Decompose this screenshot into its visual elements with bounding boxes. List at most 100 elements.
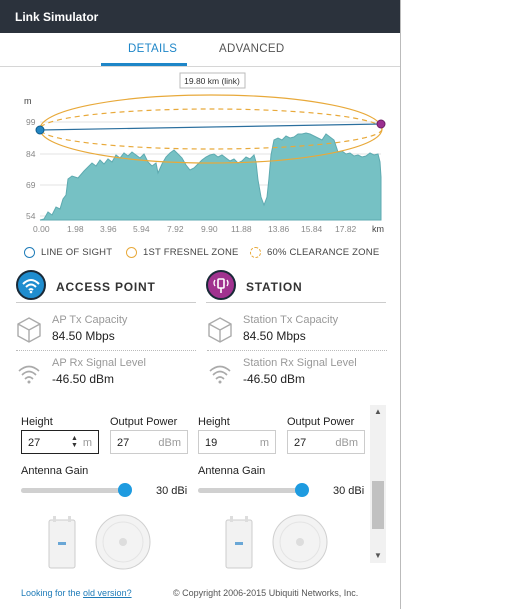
legend-line-of-sight: LINE OF SIGHT bbox=[24, 247, 112, 258]
dish-antenna-image bbox=[95, 514, 151, 570]
signal-icon bbox=[18, 365, 40, 384]
dish-antenna-image bbox=[272, 514, 328, 570]
x-tick: 15.84 bbox=[301, 224, 323, 234]
ap-height-input[interactable]: 27 ▲ ▼ m bbox=[21, 430, 99, 454]
old-version-link[interactable]: Looking for the old version? bbox=[21, 588, 132, 598]
y-tick: 99 bbox=[26, 117, 36, 127]
line-of-sight-path bbox=[39, 123, 382, 131]
station-gain-slider[interactable] bbox=[198, 483, 309, 497]
scroll-up-icon[interactable]: ▲ bbox=[370, 405, 386, 419]
station-header: STATION bbox=[206, 270, 386, 304]
divider bbox=[16, 302, 196, 303]
station-power-input[interactable]: 27 dBm bbox=[287, 430, 365, 454]
ap-rx-signal: AP Rx Signal Level -46.50 dBm bbox=[16, 357, 196, 391]
x-tick: 11.88 bbox=[231, 224, 252, 234]
station-device-images bbox=[225, 514, 328, 570]
station-title: STATION bbox=[246, 280, 303, 294]
station-gain-value: 30 dBi bbox=[333, 485, 365, 497]
x-tick: 9.90 bbox=[201, 224, 218, 234]
scrollbar[interactable]: ▲ ▼ bbox=[370, 405, 386, 563]
x-tick: 5.94 bbox=[133, 224, 150, 234]
y-tick: 84 bbox=[26, 149, 36, 159]
divider bbox=[207, 350, 387, 351]
legend-label: 1ST FRESNEL ZONE bbox=[143, 247, 239, 258]
y-axis-unit: m bbox=[24, 96, 32, 106]
footer-link-text[interactable]: old version? bbox=[83, 588, 132, 598]
footer-link-prefix: Looking for the bbox=[21, 588, 84, 598]
x-tick: 1.98 bbox=[67, 224, 84, 234]
ap-endpoint-marker bbox=[35, 125, 45, 135]
window-title: Link Simulator bbox=[0, 0, 400, 33]
access-point-header: ACCESS POINT bbox=[16, 270, 196, 304]
elevation-profile-chart: 19.80 km (link) m 99 84 69 54 0.00 1.98 … bbox=[24, 72, 386, 234]
radio-unit-image bbox=[225, 516, 253, 569]
link-distance-label: 19.80 km (link) bbox=[184, 76, 240, 86]
radio-unit-image bbox=[48, 516, 76, 569]
scroll-down-icon[interactable]: ▼ bbox=[370, 549, 386, 563]
line-of-sight-legend-icon bbox=[24, 247, 35, 258]
cube-icon bbox=[17, 317, 41, 343]
copyright-text: © Copyright 2006-2015 Ubiquiti Networks,… bbox=[173, 588, 359, 598]
x-axis-unit: km bbox=[372, 224, 384, 234]
divider bbox=[206, 302, 386, 303]
ap-power-input[interactable]: 27 dBm bbox=[110, 430, 188, 454]
ap-tx-capacity: AP Tx Capacity 84.50 Mbps bbox=[16, 314, 196, 348]
clearance-legend-icon bbox=[250, 247, 261, 258]
antenna-tower-icon bbox=[206, 270, 236, 300]
station-rx-label: Station Rx Signal Level bbox=[243, 357, 357, 369]
fresnel-legend-icon bbox=[126, 247, 137, 258]
station-rx-signal: Station Rx Signal Level -46.50 dBm bbox=[207, 357, 387, 391]
station-power-value: 27 bbox=[294, 437, 307, 449]
legend-fresnel: 1ST FRESNEL ZONE bbox=[126, 247, 239, 258]
ap-power-unit: dBm bbox=[158, 437, 181, 449]
x-tick: 17.82 bbox=[335, 224, 357, 234]
y-tick: 54 bbox=[26, 211, 36, 221]
station-tx-value: 84.50 Mbps bbox=[243, 329, 306, 343]
ap-power-label: Output Power bbox=[110, 416, 178, 428]
scrollbar-thumb[interactable] bbox=[372, 481, 384, 529]
station-tx-label: Station Tx Capacity bbox=[243, 314, 339, 326]
ap-rx-label: AP Rx Signal Level bbox=[52, 357, 146, 369]
ap-gain-label: Antenna Gain bbox=[21, 465, 89, 477]
slider-handle[interactable] bbox=[118, 483, 132, 497]
ap-gain-value: 30 dBi bbox=[156, 485, 188, 497]
tab-details[interactable]: DETAILS bbox=[128, 43, 177, 55]
station-height-unit: m bbox=[259, 437, 269, 449]
tab-bar: DETAILS ADVANCED bbox=[0, 33, 400, 67]
ap-rx-value: -46.50 dBm bbox=[52, 372, 115, 386]
ap-tx-value: 84.50 Mbps bbox=[52, 329, 115, 343]
x-tick: 0.00 bbox=[33, 224, 50, 234]
ap-gain-slider[interactable] bbox=[21, 483, 132, 497]
station-height-input[interactable]: 19 m bbox=[198, 430, 276, 454]
chart-legend: LINE OF SIGHT 1ST FRESNEL ZONE 60% CLEAR… bbox=[24, 247, 394, 261]
x-tick: 3.96 bbox=[100, 224, 117, 234]
access-point-title: ACCESS POINT bbox=[56, 280, 156, 294]
link-simulator-panel: Link Simulator DETAILS ADVANCED 19.80 km… bbox=[0, 0, 401, 609]
station-height-value: 19 bbox=[205, 437, 218, 449]
ap-height-label: Height bbox=[21, 416, 53, 428]
station-rx-value: -46.50 dBm bbox=[243, 372, 306, 386]
wifi-icon bbox=[16, 270, 46, 300]
station-gain-label: Antenna Gain bbox=[198, 465, 266, 477]
tab-advanced[interactable]: ADVANCED bbox=[219, 43, 284, 55]
slider-fill bbox=[21, 488, 121, 493]
terrain-profile bbox=[39, 132, 382, 221]
station-power-label: Output Power bbox=[287, 416, 355, 428]
legend-label: LINE OF SIGHT bbox=[41, 247, 113, 258]
station-power-unit: dBm bbox=[335, 437, 358, 449]
slider-handle[interactable] bbox=[295, 483, 309, 497]
ap-tx-label: AP Tx Capacity bbox=[52, 314, 128, 326]
legend-label: 60% CLEARANCE ZONE bbox=[267, 247, 380, 258]
ap-device-images bbox=[48, 514, 151, 570]
station-endpoint-marker bbox=[376, 119, 386, 129]
station-tx-capacity: Station Tx Capacity 84.50 Mbps bbox=[207, 314, 387, 348]
signal-icon bbox=[209, 365, 231, 384]
ap-height-value: 27 bbox=[28, 437, 41, 449]
divider bbox=[16, 350, 196, 351]
x-tick: 13.86 bbox=[268, 224, 290, 234]
cube-icon bbox=[208, 317, 232, 343]
ap-power-value: 27 bbox=[117, 437, 130, 449]
stepper-arrows-icon[interactable]: ▲ ▼ bbox=[71, 435, 79, 449]
x-tick: 7.92 bbox=[167, 224, 184, 234]
y-tick: 69 bbox=[26, 180, 36, 190]
